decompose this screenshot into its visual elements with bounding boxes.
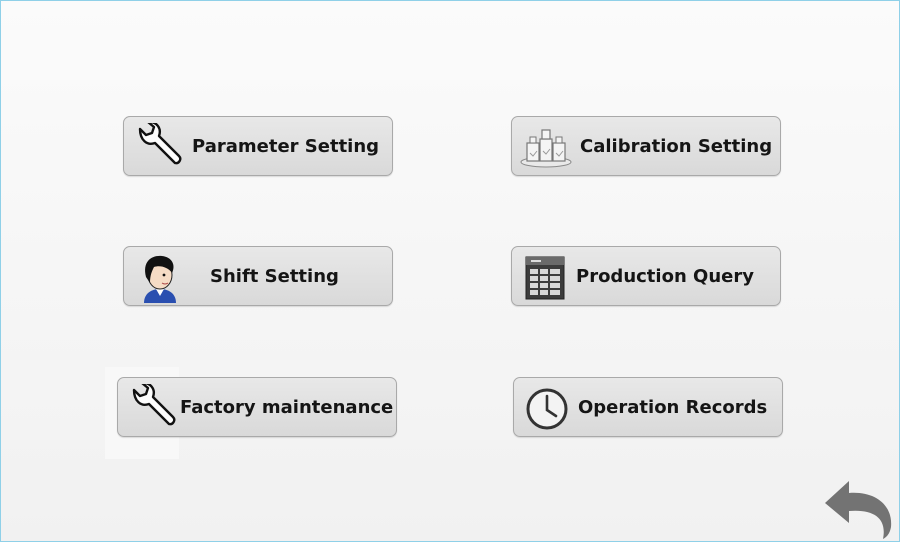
operation-records-button[interactable]: Operation Records — [513, 377, 783, 437]
menu-screen: Parameter Setting Calibration Setting Sh… — [0, 0, 900, 542]
operator-icon — [138, 253, 182, 303]
operation-records-label: Operation Records — [578, 396, 768, 418]
clock-icon — [524, 386, 570, 432]
parameter-setting-button[interactable]: Parameter Setting — [123, 116, 393, 176]
calibration-setting-label: Calibration Setting — [580, 135, 773, 157]
wrench-icon — [132, 123, 184, 171]
spreadsheet-icon — [524, 255, 566, 301]
calibration-setting-button[interactable]: Calibration Setting — [511, 116, 781, 176]
factory-maintenance-label: Factory maintenance — [180, 396, 394, 418]
back-button[interactable] — [821, 477, 897, 539]
shift-setting-label: Shift Setting — [210, 265, 339, 287]
weights-icon — [518, 125, 574, 169]
production-query-label: Production Query — [576, 265, 754, 287]
shift-setting-button[interactable]: Shift Setting — [123, 246, 393, 306]
factory-maintenance-button[interactable]: Factory maintenance — [117, 377, 397, 437]
production-query-button[interactable]: Production Query — [511, 246, 781, 306]
back-arrow-icon — [825, 481, 892, 539]
wrench-icon — [126, 384, 178, 432]
parameter-setting-label: Parameter Setting — [192, 135, 380, 157]
